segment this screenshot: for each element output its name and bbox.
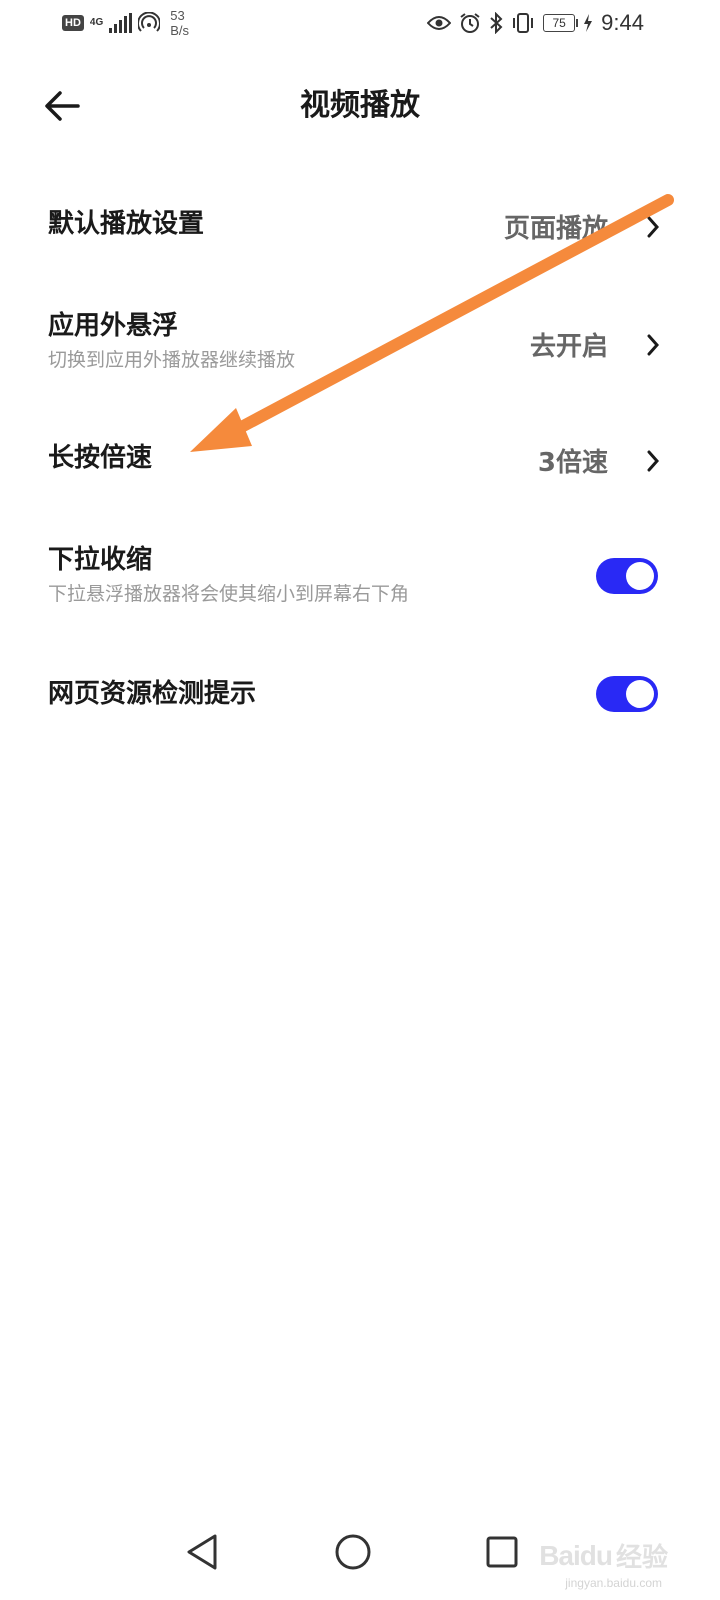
setting-float-outside[interactable]: 应用外悬浮 切换到应用外播放器继续播放 去开启 xyxy=(48,310,664,376)
setting-pull-shrink: 下拉收缩 下拉悬浮播放器将会使其缩小到屏幕右下角 xyxy=(48,544,664,610)
nav-recents-button[interactable] xyxy=(478,1528,526,1576)
setting-title: 网页资源检测提示 xyxy=(48,679,257,709)
pull-shrink-toggle[interactable] xyxy=(596,558,658,594)
setting-right: 去开启 xyxy=(530,326,664,363)
setting-value: 3倍速 xyxy=(537,448,608,478)
home-circle-icon xyxy=(335,1534,371,1570)
setting-right: 3倍速 xyxy=(538,442,664,479)
setting-default-play[interactable]: 默认播放设置 页面播放 xyxy=(48,208,664,244)
watermark-logo: Baidu 经验 xyxy=(539,1537,668,1574)
chevron-right-icon xyxy=(642,334,664,356)
signal-icon xyxy=(109,13,133,33)
nav-back-button[interactable] xyxy=(178,1528,226,1576)
charging-icon xyxy=(584,14,593,32)
setting-right: 页面播放 xyxy=(504,208,664,245)
watermark-brand: Baidu xyxy=(539,1539,613,1571)
status-bar: HD 4G 53 B/s 75 9:44 xyxy=(0,0,720,48)
chevron-right-icon xyxy=(642,450,664,472)
watermark-url: jingyan.baidu.com xyxy=(565,1576,662,1590)
nav-home-button[interactable] xyxy=(329,1528,377,1576)
setting-title: 下拉收缩 xyxy=(48,545,153,575)
page-title: 视频播放 xyxy=(300,88,420,123)
alarm-icon xyxy=(460,13,480,33)
back-triangle-icon xyxy=(187,1534,217,1570)
bluetooth-icon xyxy=(490,12,503,34)
setting-subtitle: 下拉悬浮播放器将会使其缩小到屏幕右下角 xyxy=(48,583,410,605)
network-speed: 53 B/s xyxy=(170,8,189,38)
clock: 9:44 xyxy=(601,10,644,35)
web-detect-toggle[interactable] xyxy=(596,676,658,712)
setting-value: 页面播放 xyxy=(503,214,608,244)
watermark-cn: 经验 xyxy=(615,1543,668,1573)
hotspot-icon xyxy=(138,12,161,32)
chevron-right-icon xyxy=(642,216,664,238)
speed-unit: B/s xyxy=(170,23,190,38)
setting-value: 去开启 xyxy=(529,332,608,362)
network-type: 4G xyxy=(89,17,104,28)
hd-badge: HD xyxy=(62,15,84,31)
toggle-knob xyxy=(626,680,654,708)
eye-icon xyxy=(427,16,452,30)
battery-level: 75 xyxy=(552,16,566,30)
vibrate-icon xyxy=(513,13,534,33)
toggle-knob xyxy=(626,562,654,590)
setting-long-press-speed[interactable]: 长按倍速 3倍速 xyxy=(48,442,664,478)
speed-value: 53 xyxy=(170,8,185,23)
status-left: HD 4G 53 B/s xyxy=(62,8,189,38)
recents-square-icon xyxy=(486,1536,518,1568)
battery-icon: 75 xyxy=(543,14,579,32)
setting-web-detect: 网页资源检测提示 xyxy=(48,676,664,714)
status-right: 75 9:44 xyxy=(427,10,644,36)
